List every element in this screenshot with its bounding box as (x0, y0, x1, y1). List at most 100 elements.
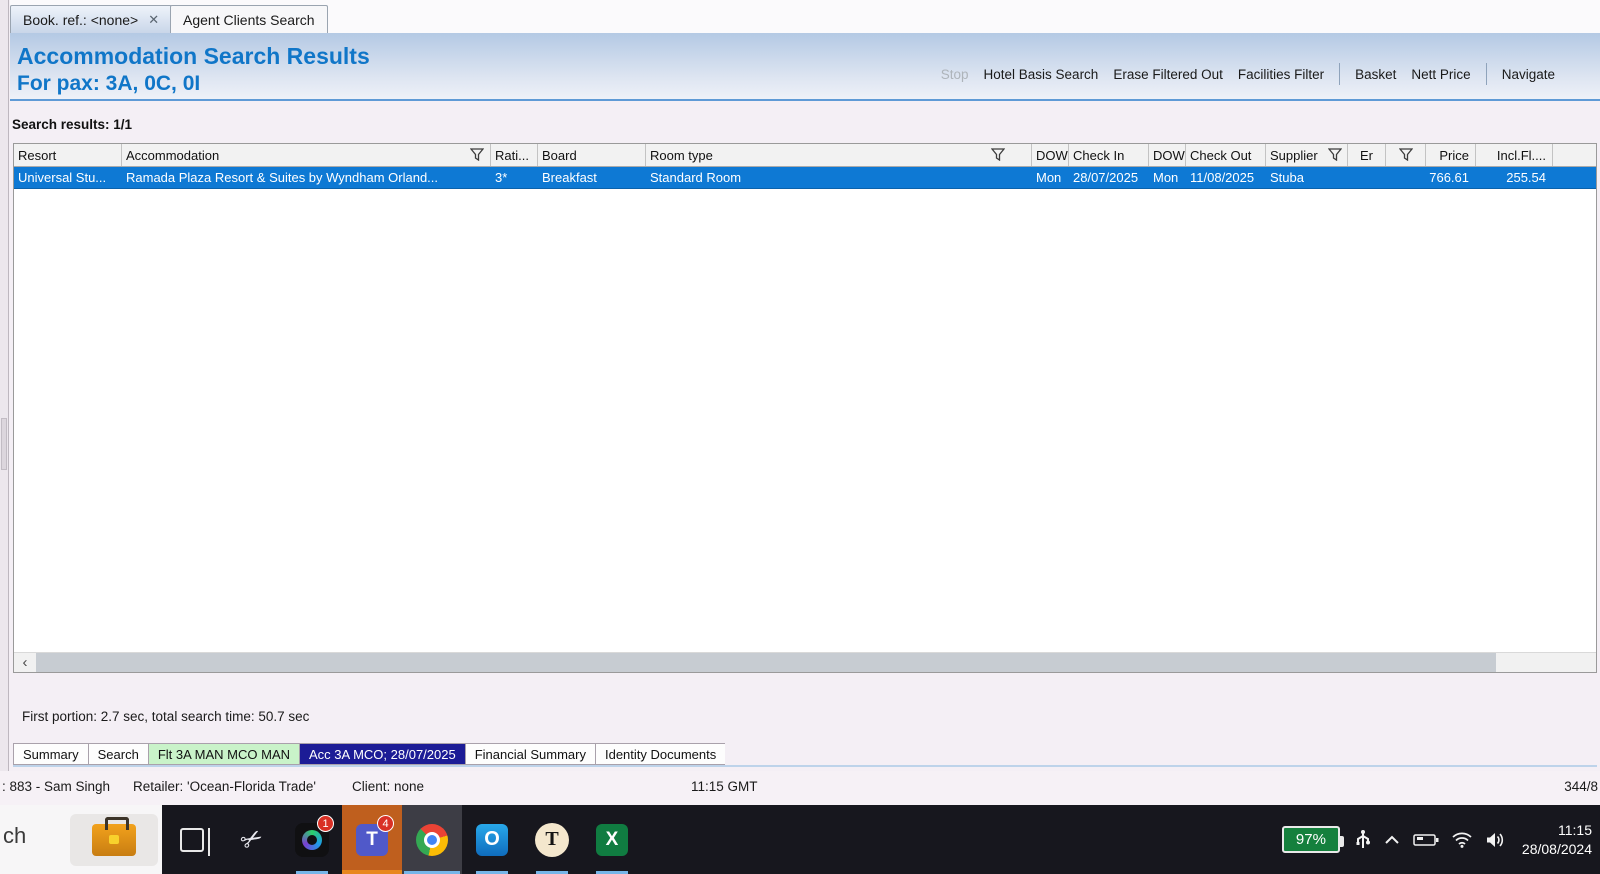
tramada-icon: T (535, 822, 569, 857)
page-title: Accommodation Search Results (17, 43, 370, 69)
wifi-icon[interactable] (1452, 832, 1472, 848)
status-bar: : 883 - Sam Singh Retailer: 'Ocean-Flori… (0, 771, 1600, 805)
tab-booking-ref[interactable]: Book. ref.: <none> ✕ (10, 5, 173, 33)
chevron-up-icon[interactable] (1384, 835, 1400, 845)
grid-header-row: Resort Accommodation Rati... Board Room … (14, 144, 1596, 167)
column-header-board[interactable]: Board (538, 144, 646, 166)
toolbar-separator (1485, 63, 1487, 85)
teams-button[interactable]: T 4 (342, 805, 402, 874)
column-header-price[interactable]: Price (1426, 144, 1476, 166)
navigate-button[interactable]: Navigate (1502, 67, 1555, 82)
cell-dow-out: Mon (1153, 170, 1179, 185)
cell-supplier: Stuba (1270, 170, 1304, 185)
cell-filter-only (1386, 167, 1426, 188)
column-header-filler (1553, 144, 1596, 166)
table-row-selected[interactable]: Universal Stu... Ramada Plaza Resort & S… (14, 167, 1596, 189)
document-tabbar: Book. ref.: <none> ✕ Agent Clients Searc… (10, 0, 1600, 33)
webex-button[interactable]: 1 (282, 805, 342, 874)
facilities-filter-button[interactable]: Facilities Filter (1238, 67, 1324, 82)
tab-booking-ref-label: Book. ref.: <none> (23, 11, 139, 28)
task-view-icon (180, 827, 210, 852)
tab-summary[interactable]: Summary (13, 743, 88, 765)
taskbar-date: 28/08/2024 (1521, 840, 1592, 857)
cell-dow-in: Mon (1036, 170, 1062, 185)
column-header-resort[interactable]: Resort (14, 144, 122, 166)
cell-er (1348, 167, 1386, 188)
column-header-filter-only[interactable] (1386, 144, 1426, 166)
outlook-button[interactable]: O (462, 805, 522, 874)
cell-accommodation: Ramada Plaza Resort & Suites by Wyndham … (126, 170, 439, 185)
bottom-tabbar-filler (725, 743, 1597, 765)
screen: Book. ref.: <none> ✕ Agent Clients Searc… (0, 0, 1600, 874)
column-header-rating[interactable]: Rati... (491, 144, 538, 166)
column-header-dow-out[interactable]: DOW (1149, 144, 1186, 166)
taskbar-time: 11:15 (1558, 821, 1592, 838)
basket-button[interactable]: Basket (1355, 67, 1396, 82)
cell-incl-fl: 255.54 (1506, 170, 1546, 185)
cell-price: 766.61 (1429, 170, 1469, 185)
column-header-er[interactable]: Er (1348, 144, 1386, 166)
search-suggestion-tile[interactable] (70, 814, 158, 866)
taskbar-app-icons: ✂ 1 T 4 O T X (162, 805, 642, 874)
page-title-block: Accommodation Search Results For pax: 3A… (17, 42, 370, 98)
column-header-check-in[interactable]: Check In (1069, 144, 1149, 166)
windows-taskbar: ch ✂ 1 T 4 O T X 97% 11:15 28/08/2024 (0, 805, 1600, 874)
webex-notification-badge: 1 (317, 815, 334, 832)
hotel-basis-search-button[interactable]: Hotel Basis Search (984, 67, 1099, 82)
cell-check-out: 11/08/2025 (1190, 170, 1255, 185)
excel-icon: X (596, 823, 628, 856)
tab-agent-clients-search[interactable]: Agent Clients Search (170, 5, 328, 33)
teams-notification-badge: 4 (377, 815, 394, 832)
column-header-supplier[interactable]: Supplier (1266, 144, 1348, 166)
scroll-left-arrow-icon[interactable]: ‹ (14, 653, 36, 672)
column-header-dow-in[interactable]: DOW (1032, 144, 1069, 166)
chrome-button[interactable] (402, 805, 462, 874)
tab-acc-3a-mco-active[interactable]: Acc 3A MCO; 28/07/2025 (299, 743, 465, 765)
excel-button[interactable]: X (582, 805, 642, 874)
tab-identity-documents[interactable]: Identity Documents (594, 743, 726, 765)
tab-search[interactable]: Search (87, 743, 148, 765)
column-header-check-out[interactable]: Check Out (1186, 144, 1266, 166)
close-icon[interactable]: ✕ (148, 12, 159, 28)
system-tray: 97% 11:15 28/08/2024 (1281, 805, 1600, 874)
cell-filler (1553, 167, 1596, 188)
battery-plug-icon[interactable] (1413, 833, 1439, 847)
column-header-room-type[interactable]: Room type (646, 144, 1032, 166)
outlook-icon: O (476, 823, 508, 856)
speaker-icon[interactable] (1485, 832, 1505, 848)
filter-funnel-icon[interactable] (991, 148, 1005, 161)
panel-splitter-handle[interactable] (1, 418, 7, 470)
column-header-incl-fl[interactable]: Incl.Fl.... (1476, 144, 1553, 166)
status-client: Client: none (352, 779, 425, 794)
tab-financial-summary[interactable]: Financial Summary (464, 743, 595, 765)
battery-percent-badge[interactable]: 97% (1281, 826, 1344, 853)
search-results-count: Search results: 1/1 (12, 117, 133, 132)
status-gmt-time: 11:15 GMT (691, 779, 758, 794)
taskbar-clock[interactable]: 11:15 28/08/2024 (1522, 821, 1592, 859)
stop-button: Stop (940, 66, 969, 82)
scissors-icon: ✂ (234, 820, 269, 858)
briefcase-icon (92, 817, 136, 856)
column-header-accommodation[interactable]: Accommodation (122, 144, 491, 166)
toolbar-separator (1339, 63, 1341, 85)
task-view-button[interactable] (162, 805, 222, 874)
filter-funnel-icon[interactable] (1328, 148, 1342, 161)
erase-filtered-out-button[interactable]: Erase Filtered Out (1113, 67, 1223, 82)
header-band: Accommodation Search Results For pax: 3A… (10, 33, 1600, 101)
tab-flight-3a-man-mco-man[interactable]: Flt 3A MAN MCO MAN (147, 743, 300, 765)
scrollbar-thumb[interactable] (36, 653, 1496, 672)
cell-resort: Universal Stu... (18, 170, 107, 185)
horizontal-scrollbar[interactable]: ‹ (14, 652, 1596, 672)
chrome-icon (416, 823, 448, 856)
tramada-button[interactable]: T (522, 805, 582, 874)
nett-price-button[interactable]: Nett Price (1411, 67, 1470, 82)
snipping-tool-button[interactable]: ✂ (222, 805, 282, 874)
search-timing-text: First portion: 2.7 sec, total search tim… (22, 709, 310, 724)
taskbar-search-text: ch (3, 823, 27, 848)
taskbar-search-box[interactable]: ch (0, 805, 162, 874)
filter-funnel-icon[interactable] (1399, 148, 1413, 161)
filter-funnel-icon[interactable] (470, 148, 484, 161)
usb-plug-icon[interactable] (1355, 829, 1371, 850)
status-user: : 883 - Sam Singh (2, 779, 111, 794)
cell-check-in: 28/07/2025 (1073, 170, 1139, 185)
